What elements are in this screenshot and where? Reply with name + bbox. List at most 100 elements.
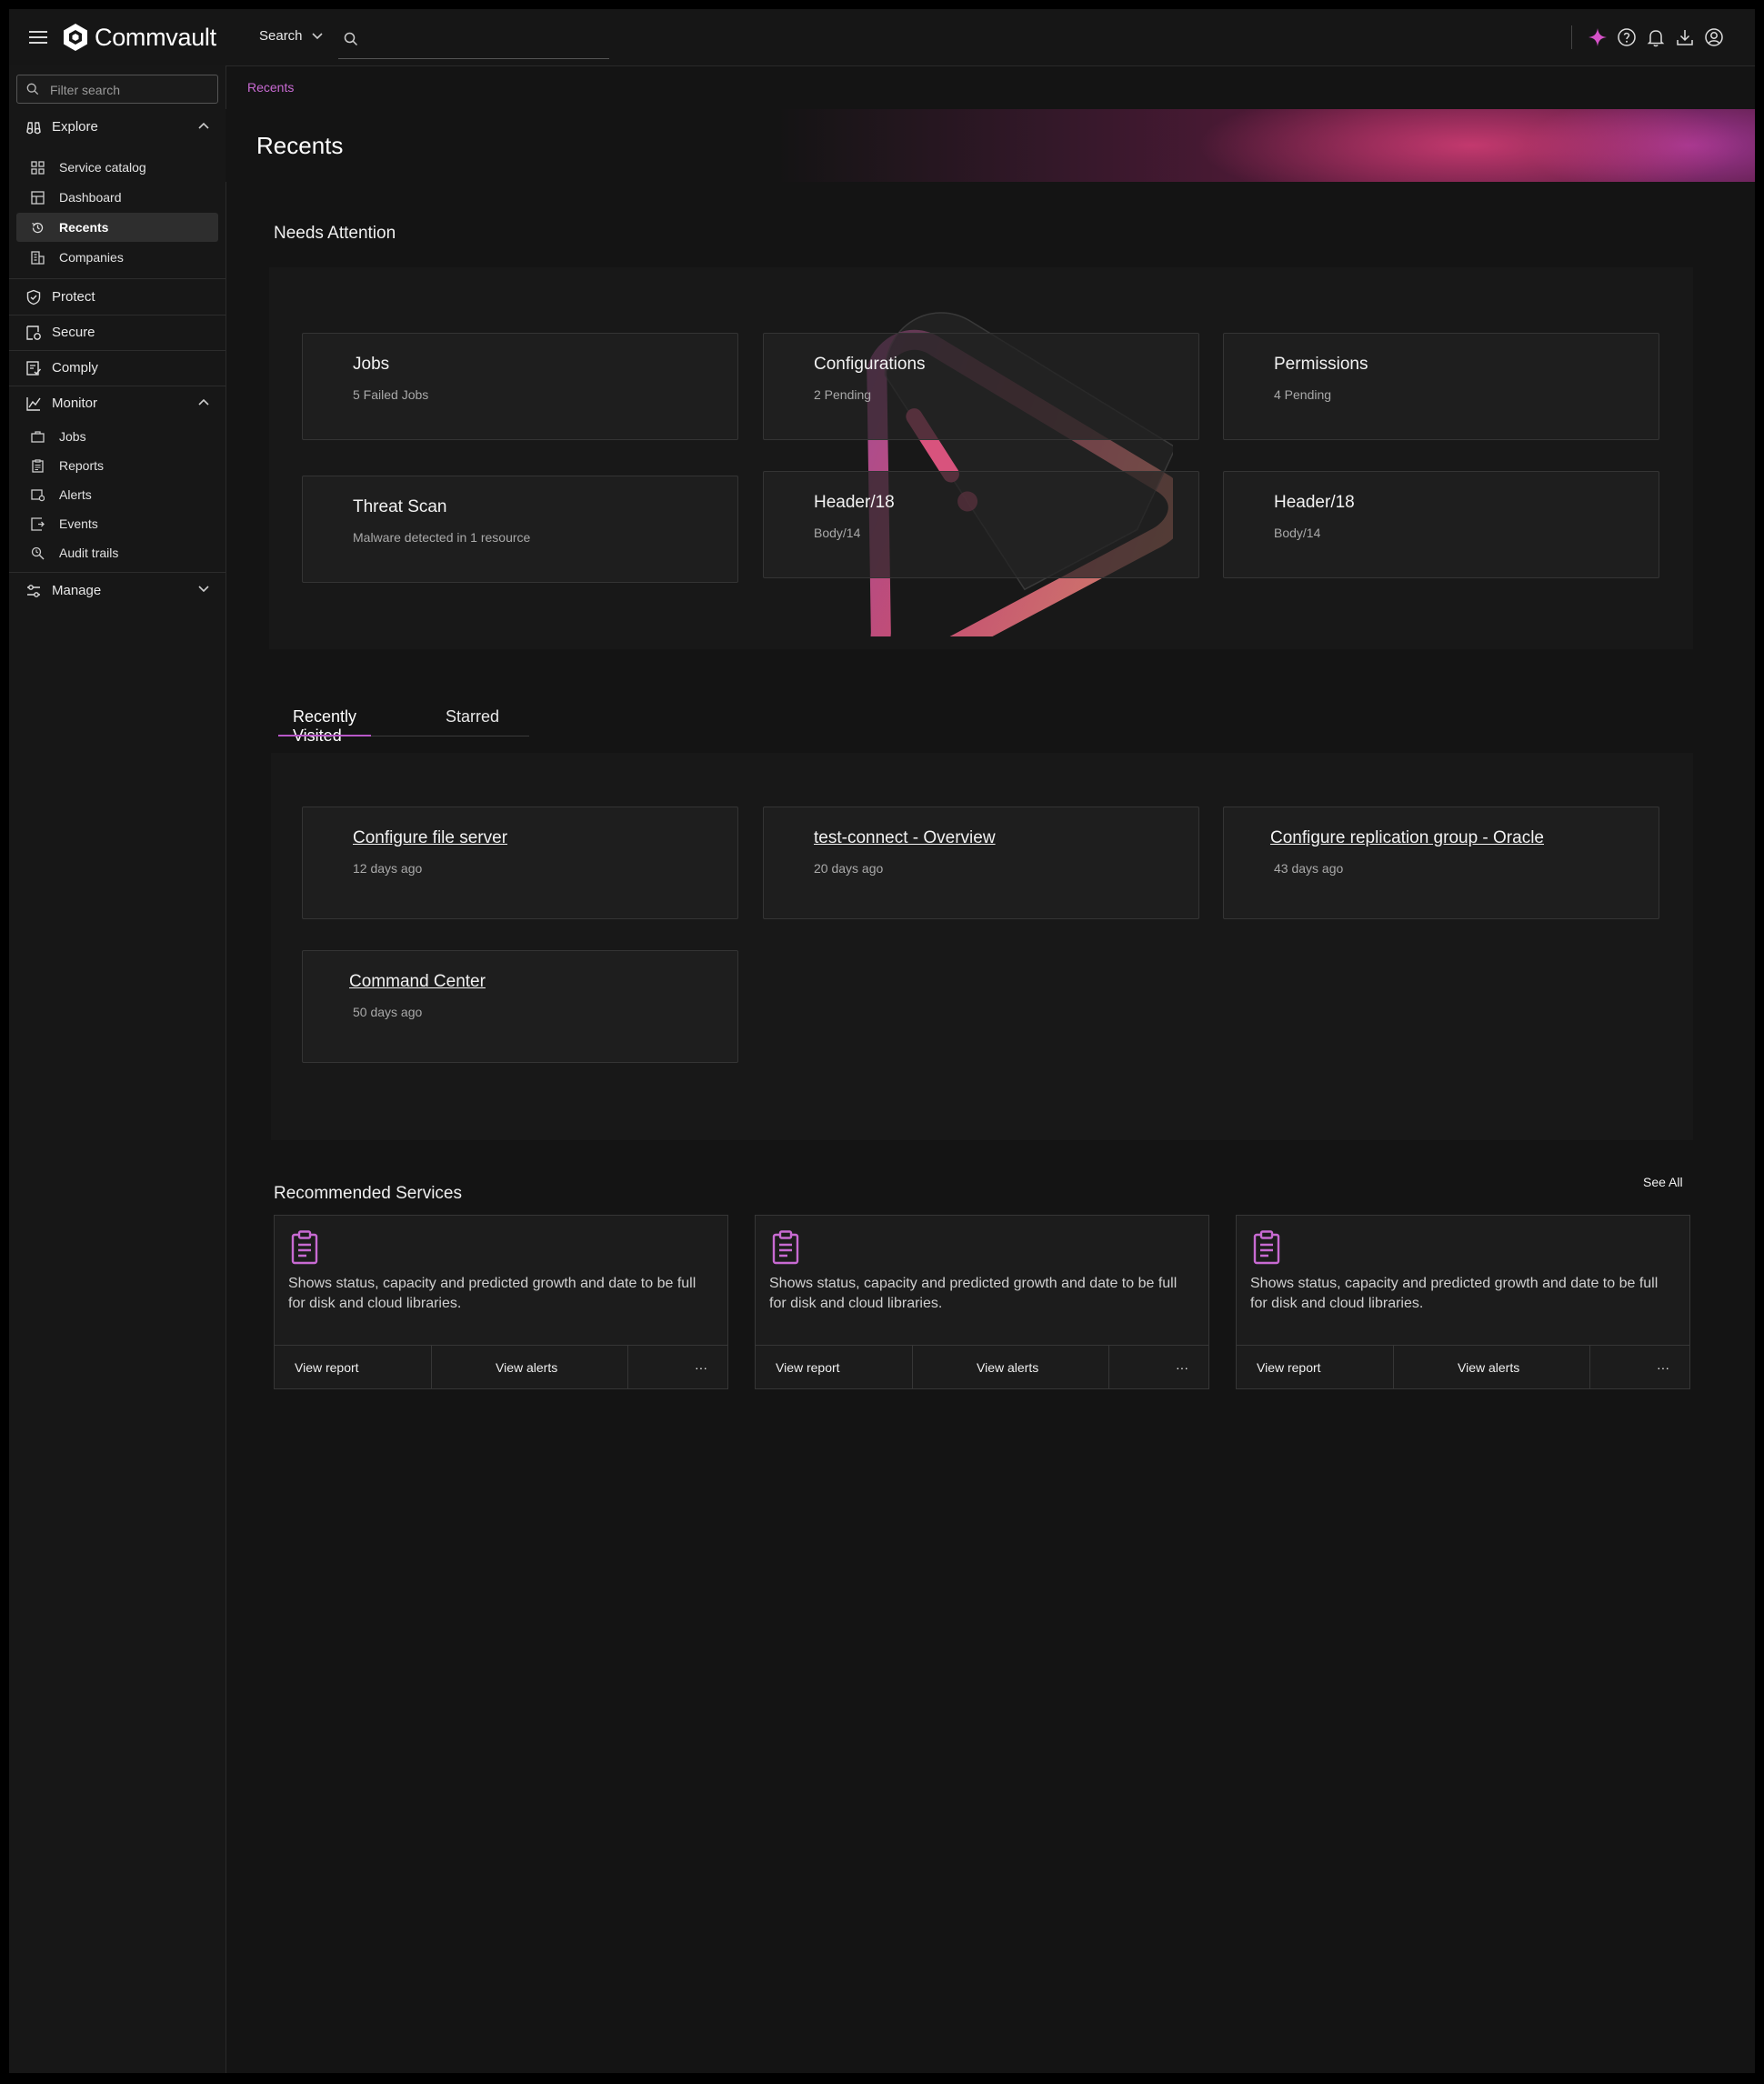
download-icon[interactable] [1674,26,1696,48]
sidebar-item-dashboard[interactable]: Dashboard [16,183,218,212]
view-alerts-button[interactable]: View alerts [977,1346,1038,1389]
clipboard-icon [291,1230,318,1265]
recent-timestamp: 50 days ago [353,1005,423,1019]
clipboard-icon [772,1230,799,1265]
card-subtitle: Malware detected in 1 resource [353,530,531,545]
view-report-button[interactable]: View report [295,1346,359,1389]
breadcrumb-item-recents[interactable]: Recents [247,80,294,95]
nav-group-monitor[interactable]: Monitor [9,387,226,418]
nav-group-label: Monitor [52,395,98,411]
recent-timestamp: 20 days ago [814,861,884,876]
filter-search-input[interactable] [48,79,212,101]
recent-link[interactable]: Command Center [349,972,486,992]
nav-group-label: Secure [52,324,95,340]
search-scope-dropdown[interactable]: Search [259,28,323,44]
event-icon [31,517,45,531]
sidebar-item-recents[interactable]: Recents [16,213,218,242]
sidebar-item-reports[interactable]: Reports [16,451,218,480]
recommended-services-title: Recommended Services [274,1184,462,1203]
brand-name: Commvault [95,23,216,51]
bell-icon[interactable] [1645,26,1667,48]
sidebar-item-events[interactable]: Events [16,509,218,538]
tab-starred[interactable]: Starred [446,707,499,735]
see-all-link[interactable]: See All [1643,1175,1683,1189]
search-scope-label: Search [259,28,303,44]
recent-card[interactable]: test-connect - Overview 20 days ago [763,807,1199,919]
attention-card-configurations[interactable]: Configurations 2 Pending [763,333,1199,440]
search-icon [344,32,358,46]
nav-group-manage[interactable]: Manage [9,575,226,606]
recent-card[interactable]: Configure file server 12 days ago [302,807,738,919]
recent-link[interactable]: Configure file server [353,828,507,848]
menu-icon[interactable] [27,27,49,47]
service-actions: View report View alerts ··· [1237,1345,1689,1389]
card-subtitle: 4 Pending [1274,387,1332,402]
service-actions: View report View alerts ··· [275,1345,727,1389]
card-subtitle: Body/14 [1274,526,1321,540]
view-report-button[interactable]: View report [776,1346,840,1389]
shield-check-icon [26,289,41,306]
sidebar-item-label: Events [59,516,98,531]
action-divider [627,1346,628,1389]
action-divider [1393,1346,1394,1389]
nav-group-label: Comply [52,359,98,376]
service-description: Shows status, capacity and predicted gro… [769,1276,1178,1311]
search-input[interactable] [366,29,606,53]
breadcrumb: Recents [226,65,1755,110]
chevron-up-icon [198,398,209,406]
more-options-button[interactable]: ··· [695,1346,707,1389]
global-search[interactable] [338,24,609,59]
sidebar-item-label: Recents [59,220,109,235]
filter-search[interactable] [16,75,218,104]
sidebar-item-companies[interactable]: Companies [16,243,218,272]
user-icon[interactable] [1703,26,1725,48]
service-card: Shows status, capacity and predicted gro… [274,1215,728,1389]
attention-card-header-placeholder[interactable]: Header/18 Body/14 [1223,471,1659,578]
recent-link[interactable]: Configure replication group - Oracle [1270,828,1544,848]
action-divider [431,1346,432,1389]
top-bar: Commvault Search [9,9,1755,66]
nav-group-secure[interactable]: Secure [9,316,226,347]
tab-label: Starred [446,707,500,726]
sidebar-item-service-catalog[interactable]: Service catalog [16,153,218,182]
sparkle-icon[interactable] [1587,26,1609,48]
sidebar-item-label: Service catalog [59,160,146,175]
recent-card[interactable]: Command Center 50 days ago [302,950,738,1063]
view-alerts-button[interactable]: View alerts [496,1346,557,1389]
sidebar-item-audit-trails[interactable]: Audit trails [16,538,218,567]
attention-card-header-placeholder[interactable]: Header/18 Body/14 [763,471,1199,578]
recent-link[interactable]: test-connect - Overview [814,828,996,848]
card-title: Header/18 [814,493,895,512]
sidebar: Explore Service catalog Dashboard Recent… [9,65,226,2073]
binoculars-icon [26,122,41,135]
more-options-button[interactable]: ··· [1657,1346,1669,1389]
page-title: Recents [256,132,344,159]
nav-group-explore[interactable]: Explore [9,111,226,142]
attention-card-permissions[interactable]: Permissions 4 Pending [1223,333,1659,440]
card-title: Configurations [814,355,926,374]
chevron-down-icon [198,586,209,593]
clipboard-icon [1253,1230,1280,1265]
sidebar-divider [9,572,226,573]
audit-icon [31,546,45,560]
nav-group-comply[interactable]: Comply [9,352,226,383]
commvault-logo-icon [64,24,87,51]
sidebar-item-label: Companies [59,250,124,265]
nav-group-label: Manage [52,582,102,598]
attention-card-jobs[interactable]: Jobs 5 Failed Jobs [302,333,738,440]
more-options-button[interactable]: ··· [1176,1346,1188,1389]
recent-card[interactable]: Configure replication group - Oracle 43 … [1223,807,1659,919]
sidebar-item-alerts[interactable]: Alerts [16,480,218,509]
help-icon[interactable] [1616,26,1638,48]
card-title: Header/18 [1274,493,1355,512]
sidebar-item-jobs[interactable]: Jobs [16,422,218,451]
tab-recently-visited[interactable]: Recently Visited [278,707,372,745]
view-alerts-button[interactable]: View alerts [1458,1346,1519,1389]
nav-group-protect[interactable]: Protect [9,281,226,312]
attention-card-threat-scan[interactable]: Threat Scan Malware detected in 1 resour… [302,476,738,583]
card-title: Jobs [353,355,390,374]
alert-icon [31,489,45,502]
view-report-button[interactable]: View report [1257,1346,1321,1389]
brand-logo[interactable]: Commvault [62,20,216,55]
recent-timestamp: 43 days ago [1274,861,1344,876]
